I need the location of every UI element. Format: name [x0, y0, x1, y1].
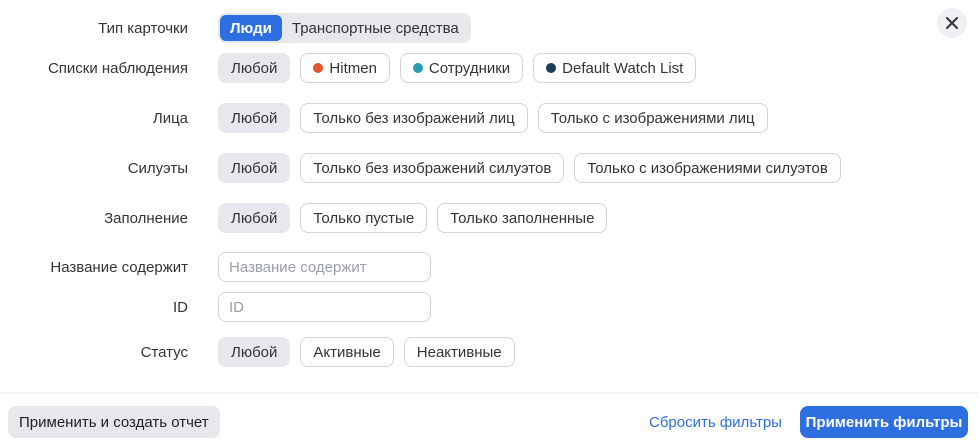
- silhouettes-label: Силуэты: [127, 159, 188, 177]
- watch-list-chip-label: Сотрудники: [428, 59, 511, 77]
- watch-list-chip-hitmen[interactable]: Hitmen: [300, 53, 390, 83]
- watch-list-color-dot: [412, 63, 423, 73]
- filling-label: Заполнение: [104, 209, 188, 227]
- card-type-vehicles[interactable]: Транспортные средства: [282, 15, 469, 41]
- watch-list-color-dot: [546, 63, 557, 73]
- watch-list-chip-employees[interactable]: Сотрудники: [399, 53, 524, 83]
- row-name-contains: Название содержит: [0, 251, 979, 283]
- row-filling: Заполнение Любой Только пустые Только за…: [0, 202, 979, 234]
- watch-list-color-dot: [313, 63, 324, 73]
- card-type-toggle: Люди Транспортные средства: [218, 13, 471, 43]
- apply-filters-button[interactable]: Применить фильтры: [800, 406, 968, 438]
- watch-list-chip-label: Default Watch List: [562, 59, 684, 77]
- row-faces: Лица Любой Только без изображений лиц То…: [0, 102, 979, 134]
- watch-lists-any-chip[interactable]: Любой: [218, 53, 291, 83]
- name-contains-label: Название содержит: [50, 258, 188, 276]
- filter-panel: Тип карточки Люди Транспортные средства …: [0, 0, 979, 390]
- row-status: Статус Любой Активные Неактивные: [0, 336, 979, 368]
- row-watch-lists: Списки наблюдения Любой Hitmen Сотрудник…: [0, 52, 979, 84]
- status-active-chip[interactable]: Активные: [300, 337, 394, 367]
- id-label: ID: [173, 298, 188, 316]
- filling-empty-chip[interactable]: Только пустые: [300, 203, 428, 233]
- silhouettes-with-chip[interactable]: Только с изображениями силуэтов: [574, 153, 841, 183]
- id-input[interactable]: [218, 292, 431, 322]
- watch-lists-label: Списки наблюдения: [47, 59, 188, 77]
- watch-list-chip-default[interactable]: Default Watch List: [533, 53, 697, 83]
- faces-without-chip[interactable]: Только без изображений лиц: [300, 103, 528, 133]
- status-any-chip[interactable]: Любой: [218, 337, 291, 367]
- reset-filters-link[interactable]: Сбросить фильтры: [649, 406, 782, 438]
- silhouettes-without-chip[interactable]: Только без изображений силуэтов: [300, 153, 565, 183]
- row-silhouettes: Силуэты Любой Только без изображений сил…: [0, 152, 979, 184]
- faces-with-chip[interactable]: Только с изображениями лиц: [537, 103, 768, 133]
- faces-any-chip[interactable]: Любой: [218, 103, 291, 133]
- card-type-people[interactable]: Люди: [220, 15, 282, 41]
- filling-any-chip[interactable]: Любой: [218, 203, 291, 233]
- row-card-type: Тип карточки Люди Транспортные средства: [0, 12, 979, 44]
- footer-bar: Применить и создать отчет Сбросить фильт…: [0, 392, 979, 447]
- silhouettes-any-chip[interactable]: Любой: [218, 153, 291, 183]
- filling-filled-chip[interactable]: Только заполненные: [437, 203, 608, 233]
- status-inactive-chip[interactable]: Неактивные: [403, 337, 515, 367]
- apply-and-report-button[interactable]: Применить и создать отчет: [8, 406, 220, 438]
- name-contains-input[interactable]: [218, 252, 431, 282]
- status-label: Статус: [140, 343, 188, 361]
- row-id: ID: [0, 291, 979, 323]
- faces-label: Лица: [152, 109, 188, 127]
- watch-list-chip-label: Hitmen: [329, 59, 377, 77]
- card-type-label: Тип карточки: [98, 19, 188, 37]
